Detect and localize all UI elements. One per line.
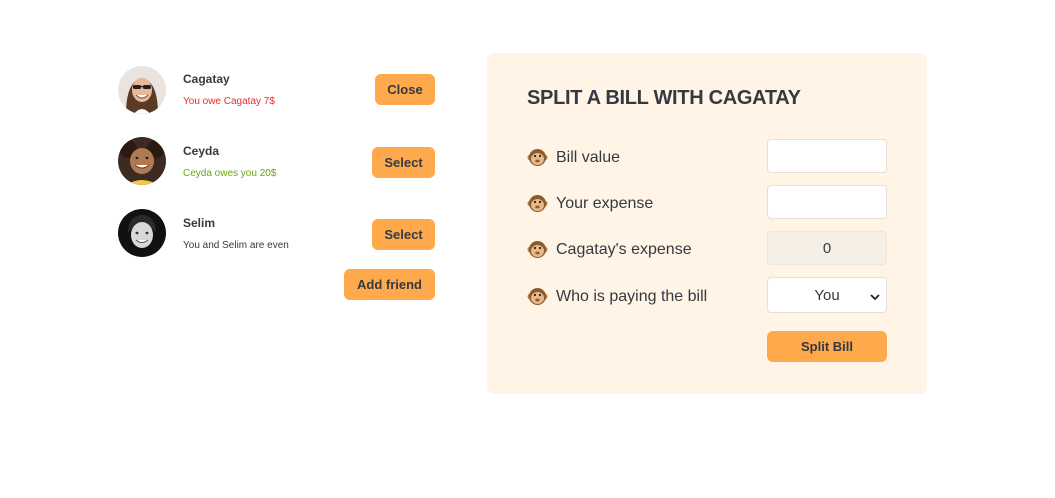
list-item-cagatay: Cagatay You owe Cagatay 7$ Close — [118, 62, 438, 134]
monkey-face-icon — [527, 286, 548, 307]
friend-balance: You owe Cagatay 7$ — [183, 96, 275, 107]
split-bill-form: Split a bill with Cagatay Bill value — [487, 53, 927, 394]
avatar — [118, 137, 166, 185]
friend-expense-input — [767, 231, 887, 265]
avatar — [118, 66, 166, 114]
list-item-selim: Selim You and Selim are even Select — [118, 206, 438, 278]
your-expense-text: Your expense — [556, 194, 654, 212]
your-expense-input[interactable] — [767, 185, 887, 219]
bill-value-text: Bill value — [556, 148, 621, 166]
add-friend-button[interactable]: Add friend — [344, 269, 435, 300]
list-item-ceyda: Ceyda Ceyda owes you 20$ Select — [118, 134, 438, 206]
monkey-face-icon — [527, 193, 548, 214]
monkey-face-icon — [527, 239, 548, 260]
monkey-face-icon — [527, 147, 548, 168]
friend-expense-text: Cagatay's expense — [556, 240, 692, 258]
your-expense-label: Your expense — [527, 193, 653, 214]
friend-name: Selim — [183, 216, 216, 230]
payer-label: Who is paying the bill — [527, 286, 707, 307]
bill-value-input[interactable] — [767, 139, 887, 173]
friend-name: Ceyda — [183, 144, 220, 158]
friend-expense-label: Cagatay's expense — [527, 239, 692, 260]
split-bill-button[interactable]: Split Bill — [767, 331, 887, 362]
avatar — [118, 209, 166, 257]
payer-select[interactable]: You — [767, 277, 887, 313]
friend-balance: You and Selim are even — [183, 240, 289, 251]
select-button[interactable]: Select — [372, 147, 435, 178]
chevron-down-icon — [870, 289, 880, 306]
bill-value-label: Bill value — [527, 147, 620, 168]
app: Cagatay You owe Cagatay 7$ Close Ceyda C — [0, 0, 1055, 498]
friend-name: Cagatay — [183, 72, 230, 86]
payer-text: Who is paying the bill — [556, 287, 708, 305]
form-title: Split a bill with Cagatay — [527, 87, 801, 109]
payer-selected-value: You — [814, 286, 840, 304]
close-button[interactable]: Close — [375, 74, 435, 105]
select-button[interactable]: Select — [372, 219, 435, 250]
friend-balance: Ceyda owes you 20$ — [183, 168, 277, 179]
